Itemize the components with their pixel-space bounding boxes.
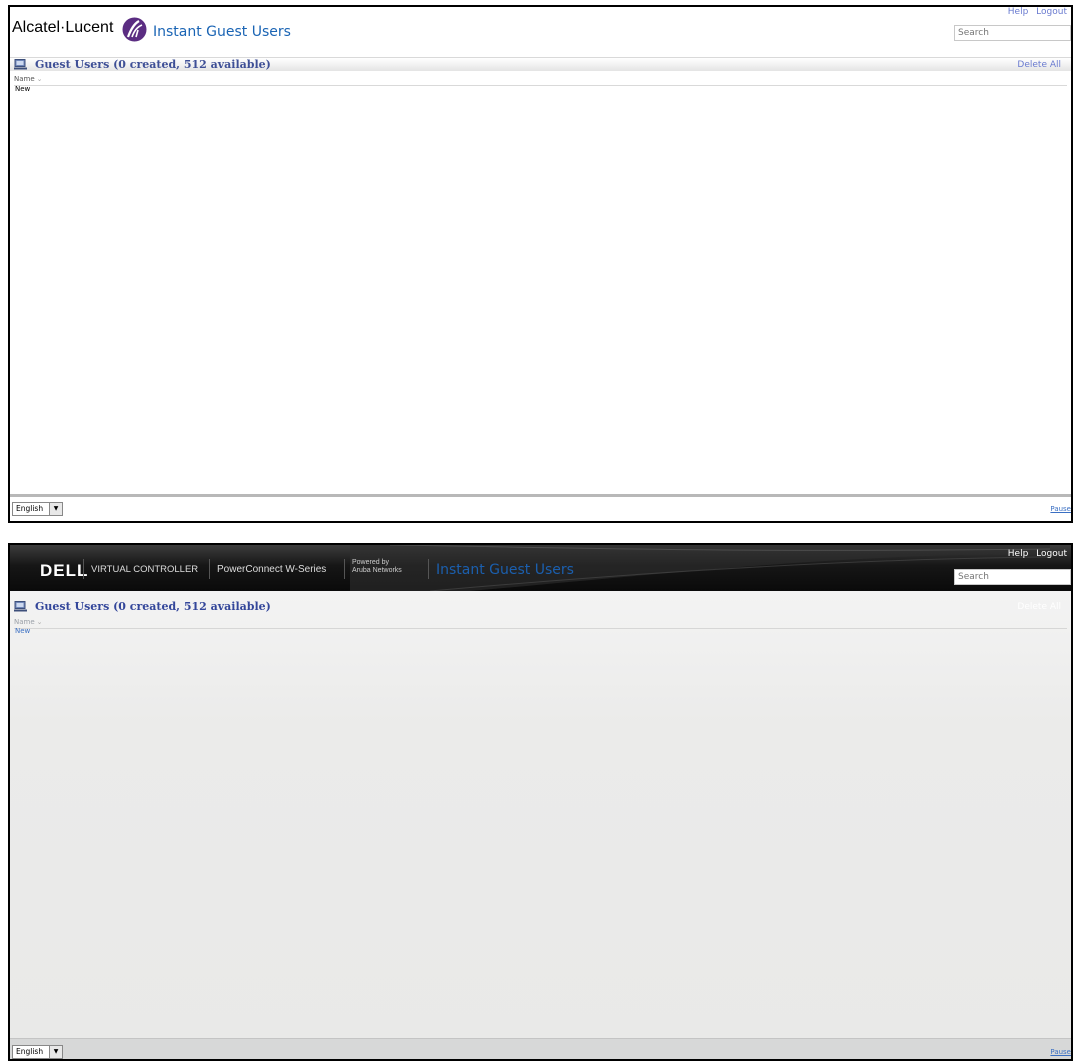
pause-link[interactable]: Pause xyxy=(1050,505,1071,513)
footer: English ▼ Pause xyxy=(10,494,1071,517)
powered-by-line2: Aruba Networks xyxy=(352,567,402,574)
top-links: Help Logout xyxy=(1003,7,1067,17)
alcatel-guest-users-window: Alcatel·Lucent Instant Guest Users Help … xyxy=(8,5,1073,523)
name-column-label: Name xyxy=(14,618,35,626)
footer-bar: English ▼ Pause xyxy=(10,499,1071,517)
delete-all-button[interactable]: Delete All xyxy=(1017,58,1061,72)
sort-caret-icon: ⌄ xyxy=(36,75,43,83)
header-divider xyxy=(428,559,429,579)
dropdown-arrow-icon[interactable]: ▼ xyxy=(49,503,62,515)
new-guest-link[interactable]: New xyxy=(15,627,30,635)
language-select[interactable]: English ▼ xyxy=(12,502,63,516)
guest-users-section-header: Guest Users (0 created, 512 available) D… xyxy=(10,57,1071,71)
app-title: Instant Guest Users xyxy=(153,24,291,40)
language-value: English xyxy=(16,504,44,513)
language-value: English xyxy=(16,1047,44,1056)
computer-icon xyxy=(14,58,27,70)
sort-caret-icon: ⌄ xyxy=(36,618,43,626)
virtual-controller-label: VIRTUAL CONTROLLER xyxy=(91,564,199,575)
alcatel-lucent-logo-text: Alcatel·Lucent xyxy=(12,19,114,36)
guest-users-section-header: Guest Users (0 created, 512 available) D… xyxy=(10,600,1071,614)
new-guest-link[interactable]: New xyxy=(15,85,30,93)
pause-link[interactable]: Pause xyxy=(1050,1048,1071,1056)
footer: English ▼ Pause xyxy=(10,1038,1071,1059)
powered-by-label: Powered by Aruba Networks xyxy=(352,559,402,575)
search-input[interactable] xyxy=(954,569,1071,585)
logout-link[interactable]: Logout xyxy=(1036,7,1067,17)
logout-link[interactable]: Logout xyxy=(1036,549,1067,559)
dropdown-arrow-icon[interactable]: ▼ xyxy=(49,1046,62,1058)
header-divider xyxy=(209,559,210,579)
name-column-header[interactable]: Name ⌄ xyxy=(14,74,1067,86)
delete-all-button[interactable]: Delete All xyxy=(1017,600,1061,614)
dell-logo: DELL xyxy=(40,561,89,580)
alcatel-lucent-logo-icon xyxy=(122,17,147,42)
help-link[interactable]: Help xyxy=(1008,549,1029,559)
language-select[interactable]: English ▼ xyxy=(12,1045,63,1059)
powered-by-line1: Powered by xyxy=(352,559,389,566)
section-title: Guest Users (0 created, 512 available) xyxy=(35,58,271,71)
top-links: Help Logout xyxy=(1003,549,1067,559)
header-divider xyxy=(344,559,345,579)
powerconnect-label: PowerConnect W-Series xyxy=(217,564,327,575)
search-input[interactable] xyxy=(954,25,1071,41)
name-column-header[interactable]: Name ⌄ xyxy=(14,617,1067,629)
app-title: Instant Guest Users xyxy=(436,562,574,578)
header-divider xyxy=(83,559,84,579)
dell-guest-users-window: DELL VIRTUAL CONTROLLER PowerConnect W-S… xyxy=(8,543,1073,1061)
help-link[interactable]: Help xyxy=(1008,7,1029,17)
computer-icon xyxy=(14,600,27,612)
dell-header: DELL VIRTUAL CONTROLLER PowerConnect W-S… xyxy=(10,545,1071,591)
section-title: Guest Users (0 created, 512 available) xyxy=(35,600,271,613)
name-column-label: Name xyxy=(14,75,35,83)
